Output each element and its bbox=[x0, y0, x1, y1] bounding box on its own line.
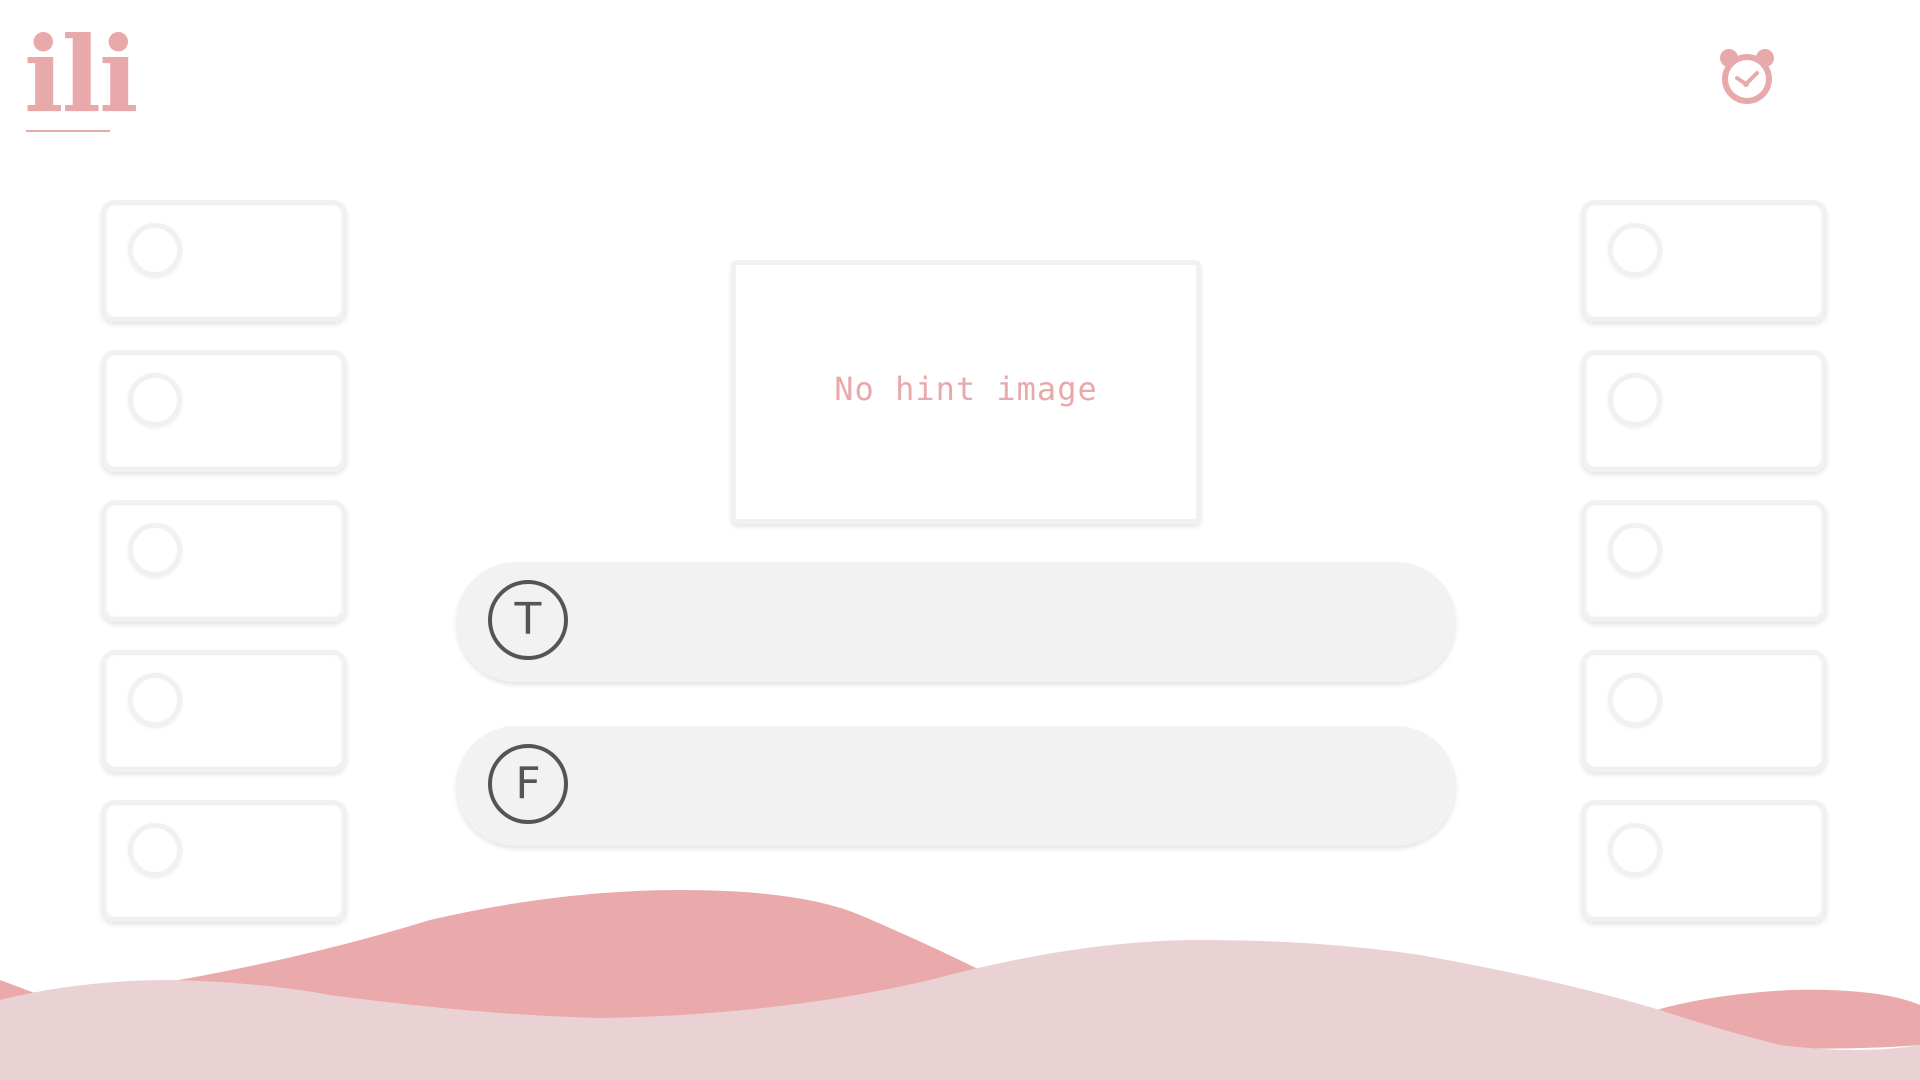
left-slot[interactable] bbox=[101, 350, 347, 472]
slot-circle bbox=[128, 223, 182, 277]
slot-circle bbox=[1608, 223, 1662, 277]
slot-circle bbox=[1608, 373, 1662, 427]
game-screen: ili No hint image T F bbox=[0, 0, 1920, 1080]
slot-circle bbox=[128, 673, 182, 727]
right-slot[interactable] bbox=[1581, 200, 1827, 322]
left-slot[interactable] bbox=[101, 200, 347, 322]
false-badge: F bbox=[488, 744, 568, 824]
right-slot-column bbox=[1581, 200, 1827, 950]
left-slot[interactable] bbox=[101, 500, 347, 622]
true-answer-button[interactable]: T bbox=[456, 562, 1456, 682]
logo-underline bbox=[26, 130, 110, 132]
slot-circle bbox=[128, 373, 182, 427]
true-badge: T bbox=[488, 580, 568, 660]
left-slot[interactable] bbox=[101, 650, 347, 772]
slot-circle bbox=[128, 523, 182, 577]
right-slot[interactable] bbox=[1581, 650, 1827, 772]
left-slot-column bbox=[101, 200, 347, 950]
false-answer-button[interactable]: F bbox=[456, 726, 1456, 846]
logo-text: ili bbox=[24, 13, 139, 136]
hint-placeholder-text: No hint image bbox=[834, 370, 1098, 408]
decorative-waves bbox=[0, 890, 1920, 1080]
right-slot[interactable] bbox=[1581, 350, 1827, 472]
right-slot[interactable] bbox=[1581, 500, 1827, 622]
slot-circle bbox=[1608, 523, 1662, 577]
hint-image-box: No hint image bbox=[731, 260, 1201, 524]
alarm-clock-icon[interactable] bbox=[1715, 44, 1779, 108]
slot-circle bbox=[128, 823, 182, 877]
slot-circle bbox=[1608, 673, 1662, 727]
app-logo: ili bbox=[24, 20, 139, 134]
slot-circle bbox=[1608, 823, 1662, 877]
